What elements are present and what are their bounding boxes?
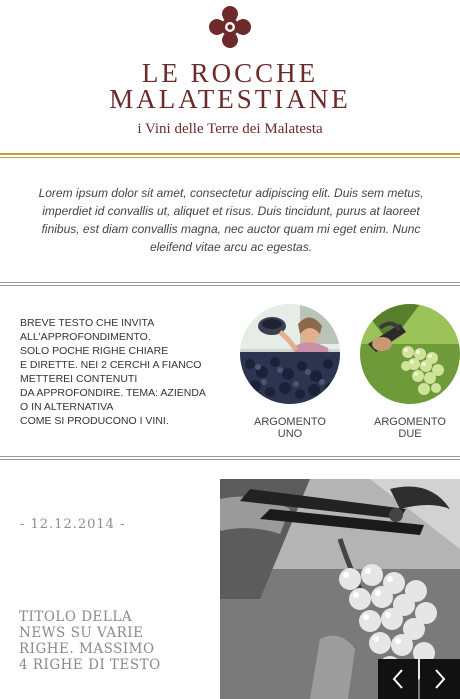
section-divider: [0, 282, 460, 287]
news-title-line: TITOLO DELLA: [19, 609, 133, 625]
news-date: - 12.12.2014 -: [20, 517, 126, 532]
rosette-icon[interactable]: [207, 4, 253, 50]
topic-one-image[interactable]: [240, 304, 340, 404]
invite-line: DA APPROFONDIRE. TEMA: AZIENDA: [20, 387, 206, 399]
topic-two-label-line1: ARGOMENTO: [374, 416, 446, 428]
invite-line: O IN ALTERNATIVA: [20, 401, 114, 413]
invite-line: ALL'APPROFONDIMENTO.: [20, 331, 151, 343]
chevron-left-icon: [392, 669, 403, 689]
topic-one-label-line1: ARGOMENTO: [254, 416, 326, 428]
invite-line: COME SI PRODUCONO I VINI.: [20, 415, 169, 427]
news-title-line: NEWS SU VARIE: [19, 625, 144, 641]
intro-text: Lorem ipsum dolor sit amet, consectetur …: [38, 186, 424, 254]
topic-two-label[interactable]: ARGOMENTO DUE: [355, 416, 460, 440]
invite-line: BREVE TESTO CHE INVITA: [20, 317, 155, 329]
topic-one-label-line2: UNO: [277, 428, 303, 440]
site-header: LE ROCCHE MALATESTIANE i Vini delle Terr…: [0, 0, 460, 160]
slider-next-button[interactable]: [420, 659, 460, 699]
topic-two-image[interactable]: [360, 304, 460, 404]
brand-name-line2[interactable]: MALATESTIANE: [0, 85, 460, 113]
news-title-line: RIGHE. MASSIMO: [19, 641, 155, 657]
chevron-right-icon: [435, 669, 446, 689]
invite-line: SOLO POCHE RIGHE CHIARE: [20, 345, 169, 357]
invite-line: E DIRETTE. NEI 2 CERCHI A FIANCO: [20, 359, 202, 371]
topic-one-label[interactable]: ARGOMENTO UNO: [235, 416, 345, 440]
invite-text: BREVE TESTO CHE INVITA ALL'APPROFONDIMEN…: [20, 316, 220, 428]
header-divider: [0, 153, 460, 159]
section-divider: [0, 456, 460, 461]
news-title[interactable]: TITOLO DELLA NEWS SU VARIE RIGHE. MASSIM…: [19, 609, 209, 673]
news-title-line: 4 RIGHE DI TESTO: [19, 657, 161, 673]
brand-name-line1[interactable]: LE ROCCHE: [0, 59, 460, 87]
invite-line: METTEREI CONTENUTI: [20, 373, 138, 385]
topic-two-label-line2: DUE: [398, 428, 422, 440]
slider-prev-button[interactable]: [378, 659, 418, 699]
brand-tagline: i Vini delle Terre dei Malatesta: [137, 121, 323, 137]
